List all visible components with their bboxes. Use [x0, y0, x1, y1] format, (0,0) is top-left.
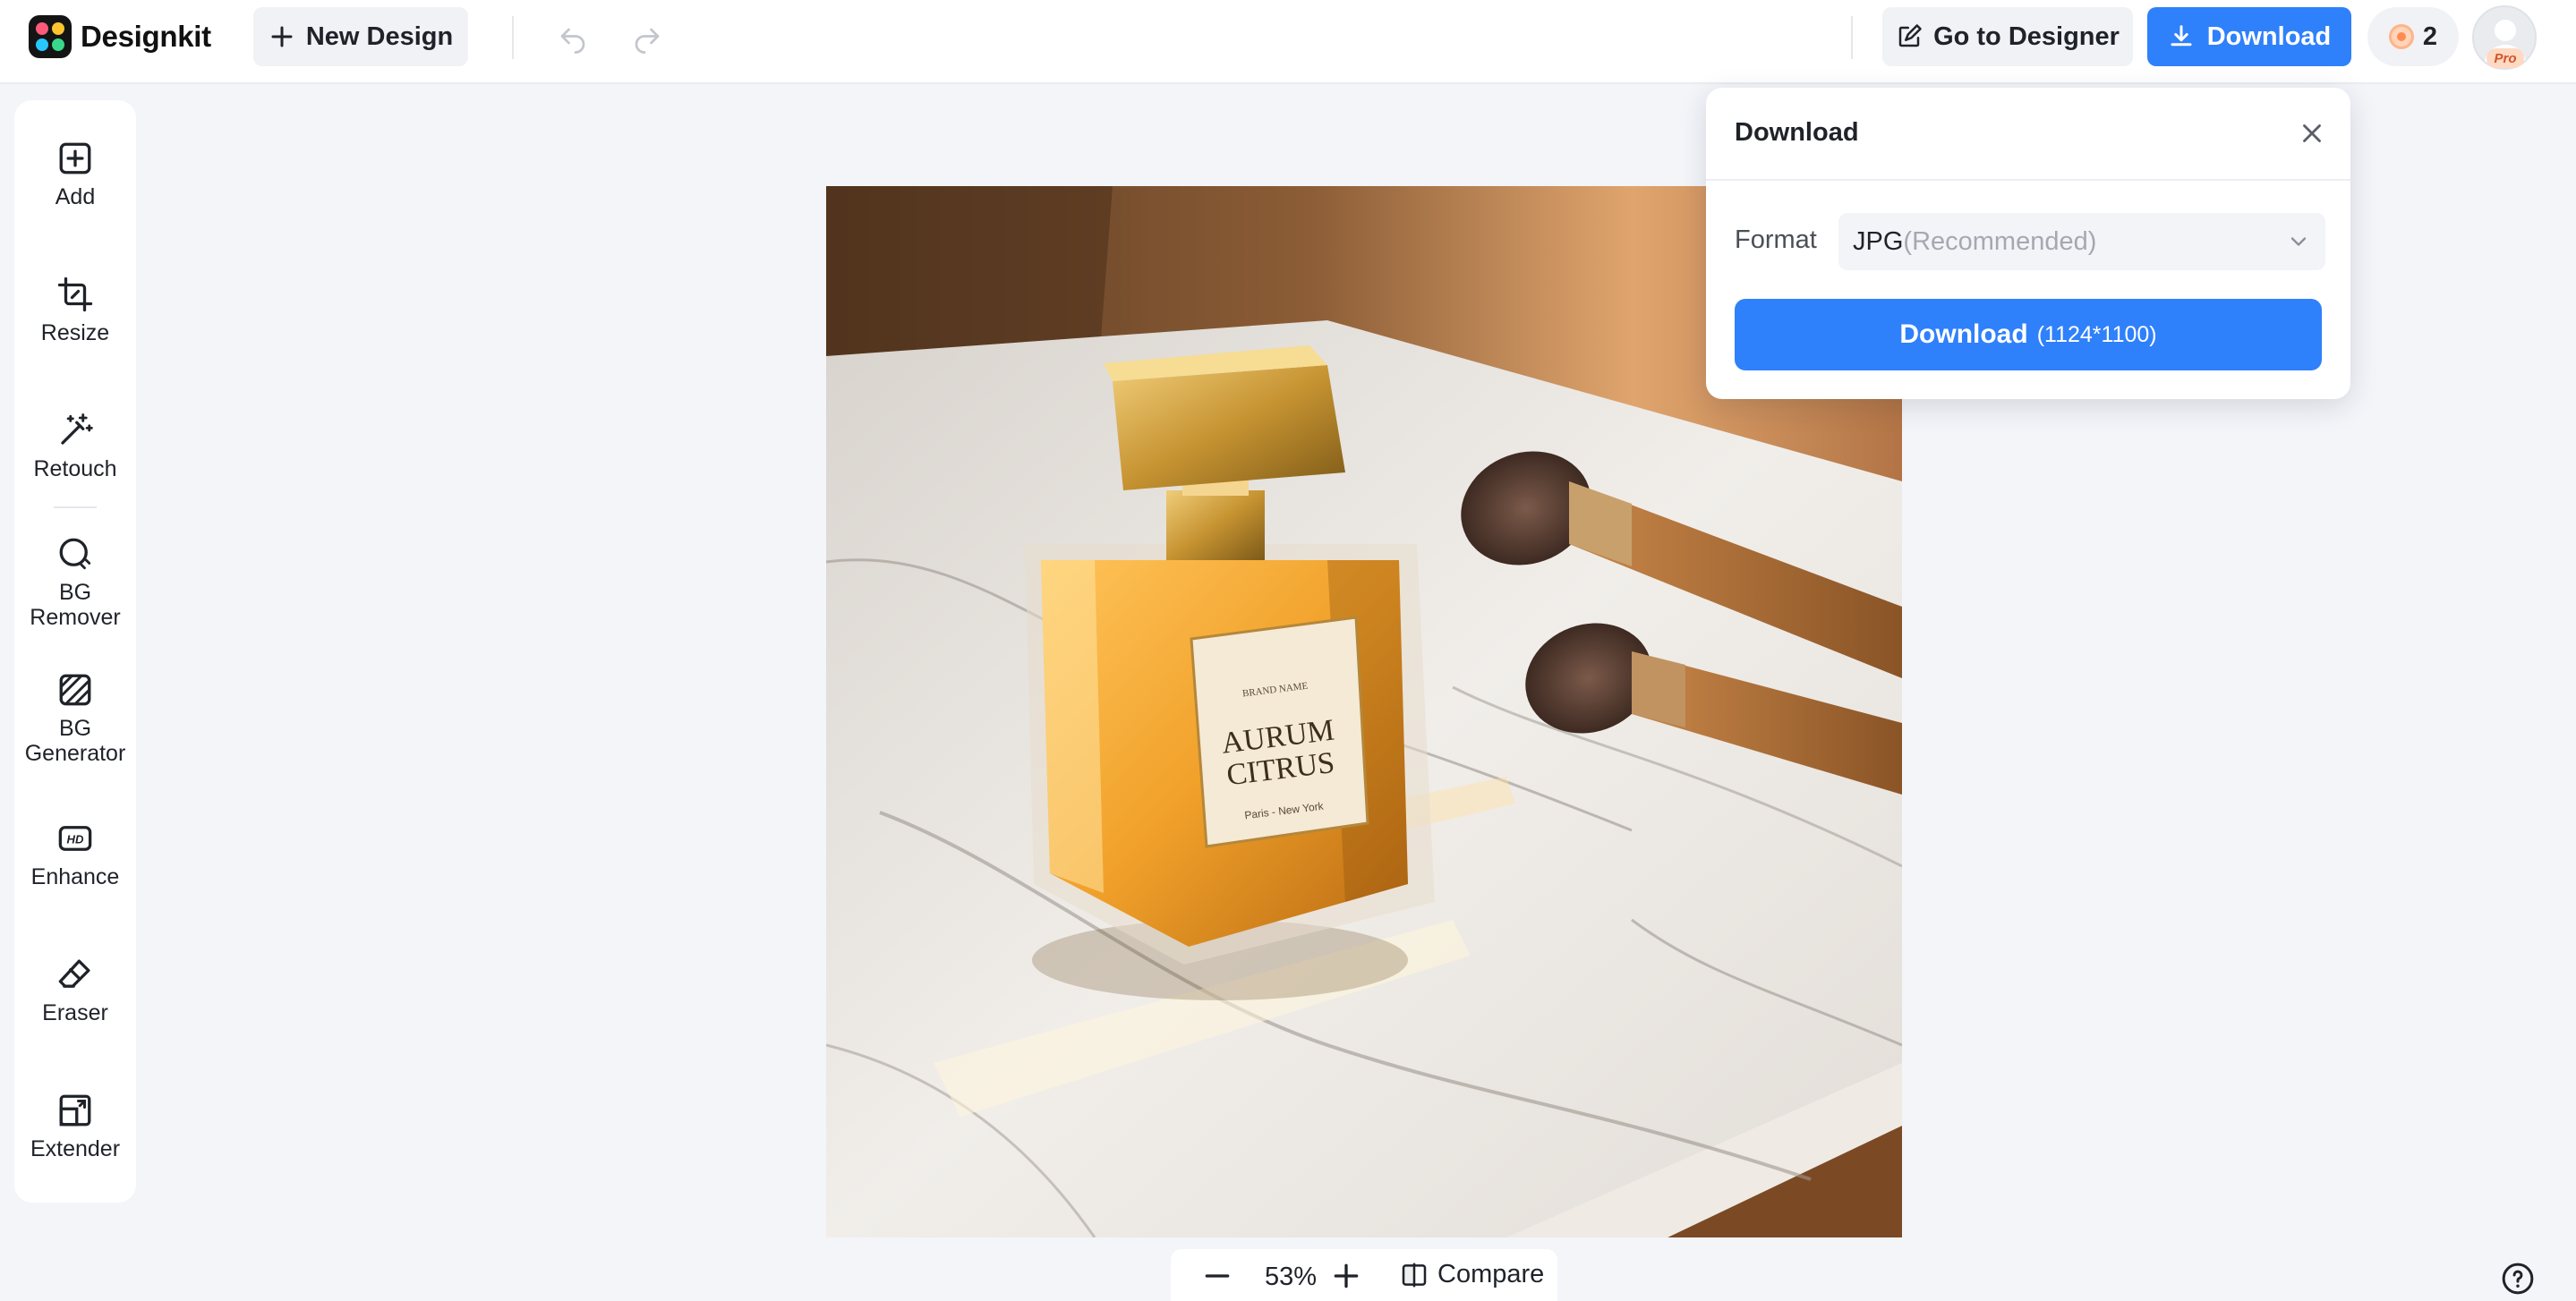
- bg-generator-icon: [59, 674, 91, 706]
- sidebar-item-bg-remover[interactable]: BG Remover: [14, 535, 136, 630]
- sidebar-item-label: BG Remover: [30, 580, 121, 630]
- svg-text:HD: HD: [67, 833, 84, 846]
- divider: [512, 16, 514, 59]
- download-label: Download: [2206, 21, 2332, 51]
- sidebar-item-extender[interactable]: Extender: [14, 1092, 136, 1161]
- sidebar-item-label: Enhance: [30, 864, 120, 889]
- top-bar: Designkit New Design Go to Designer Down…: [0, 0, 2576, 84]
- close-icon[interactable]: [2297, 118, 2327, 149]
- new-design-label: New Design: [305, 21, 454, 51]
- sidebar-item-retouch[interactable]: Retouch: [14, 412, 136, 481]
- sidebar-item-label: Retouch: [33, 456, 117, 481]
- compare-button[interactable]: Compare: [1400, 1260, 1544, 1289]
- bg-remover-icon: [59, 538, 91, 570]
- designkit-logo-icon[interactable]: [29, 15, 72, 58]
- extender-icon: [59, 1094, 91, 1127]
- help-icon[interactable]: [2501, 1262, 2535, 1296]
- new-design-button[interactable]: New Design: [253, 7, 468, 66]
- redo-icon: [635, 28, 660, 54]
- eraser-icon: [58, 959, 90, 988]
- magic-wand-icon: [61, 413, 93, 445]
- confirm-download-label: Download: [1899, 319, 2028, 349]
- sidebar-item-label: Add: [55, 184, 96, 209]
- go-to-designer-button[interactable]: Go to Designer: [1882, 7, 2133, 66]
- zoom-in-icon[interactable]: [1328, 1258, 1364, 1294]
- download-panel: Download Format JPG(Recommended) Downloa…: [1706, 88, 2350, 399]
- divider: [1706, 179, 2350, 181]
- sidebar-item-label: Eraser: [42, 1000, 108, 1025]
- undo-button[interactable]: [551, 16, 594, 59]
- compare-label: Compare: [1437, 1260, 1545, 1288]
- download-button[interactable]: Download: [2147, 7, 2351, 66]
- sidebar-item-label: Extender: [30, 1136, 121, 1161]
- compare-icon: [1402, 1263, 1427, 1287]
- format-value: JPG(Recommended): [1853, 227, 2097, 256]
- undo-icon: [560, 28, 585, 54]
- credit-coin-icon: [2388, 24, 2414, 49]
- brand-name[interactable]: Designkit: [81, 20, 211, 54]
- format-hint: (Recommended): [1903, 227, 2097, 256]
- confirm-download-button[interactable]: Download (1124*1100): [1735, 299, 2322, 370]
- divider: [54, 506, 97, 508]
- sidebar-item-label: Resize: [40, 320, 110, 345]
- format-label: Format: [1735, 225, 1817, 254]
- add-icon: [59, 142, 91, 174]
- zoom-value: 53%: [1264, 1263, 1318, 1291]
- edit-external-icon: [1898, 24, 1922, 47]
- chevron-down-icon: [2290, 237, 2307, 246]
- sidebar-item-enhance[interactable]: HD Enhance: [14, 820, 136, 889]
- tools-sidebar: Add Resize Retouch BG Remover BG Generat…: [14, 100, 136, 1203]
- crop-icon: [57, 276, 93, 312]
- zoom-out-icon[interactable]: [1199, 1258, 1235, 1294]
- credits-count: 2: [2422, 21, 2438, 51]
- hd-icon: HD: [58, 826, 92, 851]
- download-panel-title: Download: [1735, 118, 1859, 147]
- sidebar-item-bg-generator[interactable]: BG Generator: [14, 671, 136, 766]
- zoom-bar: 53% Compare: [1171, 1249, 1557, 1301]
- redo-button[interactable]: [626, 16, 669, 59]
- go-to-designer-label: Go to Designer: [1933, 21, 2120, 51]
- sidebar-item-add[interactable]: Add: [14, 140, 136, 209]
- pro-badge: Pro: [2486, 48, 2524, 68]
- divider: [1851, 16, 1853, 59]
- download-icon: [2171, 25, 2192, 47]
- sidebar-item-resize[interactable]: Resize: [14, 276, 136, 345]
- sidebar-item-eraser[interactable]: Eraser: [14, 956, 136, 1025]
- plus-icon: [271, 26, 293, 47]
- download-resolution: (1124*1100): [2036, 321, 2157, 347]
- format-select[interactable]: JPG(Recommended): [1838, 213, 2325, 270]
- sidebar-item-label: BG Generator: [24, 716, 126, 766]
- credits-badge[interactable]: 2: [2367, 7, 2459, 66]
